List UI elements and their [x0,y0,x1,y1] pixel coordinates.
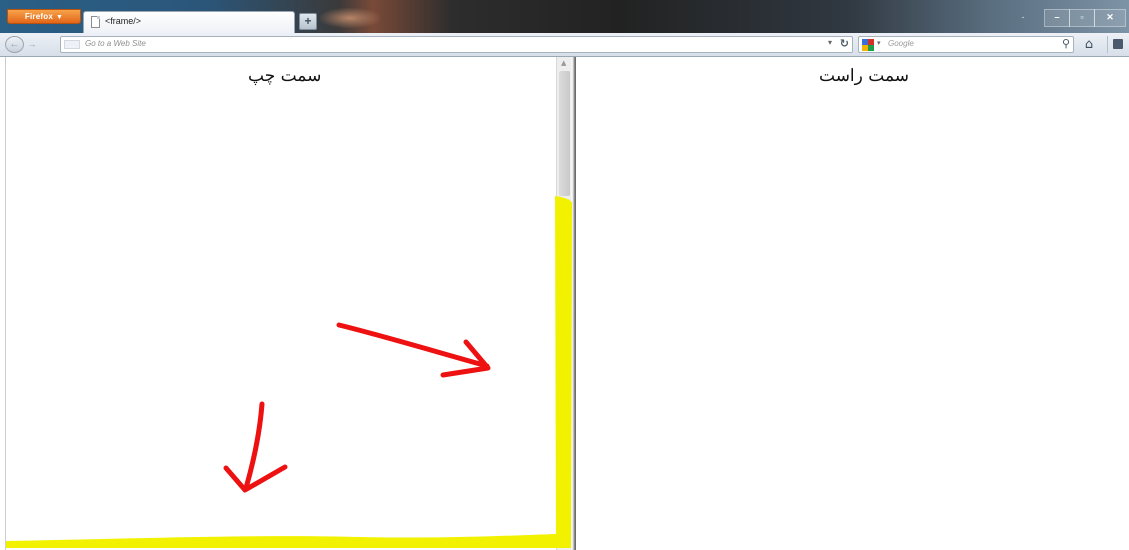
firefox-menu-button[interactable]: Firefox ▼ [7,9,81,24]
left-frame-heading: سمت چپ [248,66,322,86]
google-engine-icon[interactable] [862,39,874,51]
page-content: سمت چپ ▲ ▼ سمت راست [0,57,1129,550]
back-button[interactable]: ← [5,36,24,53]
navigation-toolbar: ← → Go to a Web Site ▾ ↻ ▾ Google ⚲ ⌂ [0,33,1129,57]
left-frame-scrollbar[interactable]: ▲ ▼ [556,57,572,550]
page-icon [91,16,100,28]
browser-titlebar: Firefox ▼ <frame/> + - – ▫ ✕ [0,0,1129,33]
minimize-button[interactable]: – [1044,9,1070,27]
tab-frame[interactable]: <frame/> [83,11,295,33]
left-frame: سمت چپ ▲ ▼ [5,57,572,550]
restore-button[interactable]: ▫ [1069,9,1095,27]
search-input[interactable]: Google [888,39,914,48]
home-icon: ⌂ [1084,37,1094,52]
close-button[interactable]: ✕ [1094,9,1126,27]
home-button[interactable]: ⌂ [1080,36,1098,53]
reload-icon[interactable]: ↻ [840,37,849,50]
address-input[interactable]: Go to a Web Site [85,39,146,48]
scroll-up-icon[interactable]: ▲ [561,59,566,67]
firefox-menu-label: Firefox [24,12,53,21]
scrollbar-thumb[interactable] [559,71,570,196]
right-frame-heading: سمت راست [819,66,910,86]
search-bar[interactable]: ▾ Google ⚲ [858,36,1074,53]
forward-button[interactable]: → [25,39,39,50]
back-forward-group: ← → [5,36,45,53]
window-controls: - – ▫ ✕ [1015,9,1126,27]
tab-title: <frame/> [105,16,142,26]
forward-arrow-icon: → [27,39,37,49]
history-dropdown-icon[interactable]: ▾ [828,38,832,47]
right-frame: سمت راست [576,57,1129,550]
search-icon[interactable]: ⚲ [1062,37,1070,50]
site-identity-icon[interactable] [64,40,80,49]
chevron-down-icon: ▼ [55,14,64,21]
tab-list-icon[interactable]: - [1015,9,1031,26]
address-bar[interactable]: Go to a Web Site ▾ ↻ [60,36,853,53]
engine-dropdown-icon[interactable]: ▾ [877,39,881,47]
scroll-down-icon[interactable]: ▼ [561,540,566,548]
new-tab-button[interactable]: + [299,13,317,30]
bookmarks-button[interactable] [1107,36,1125,53]
back-arrow-icon: ← [9,39,20,50]
